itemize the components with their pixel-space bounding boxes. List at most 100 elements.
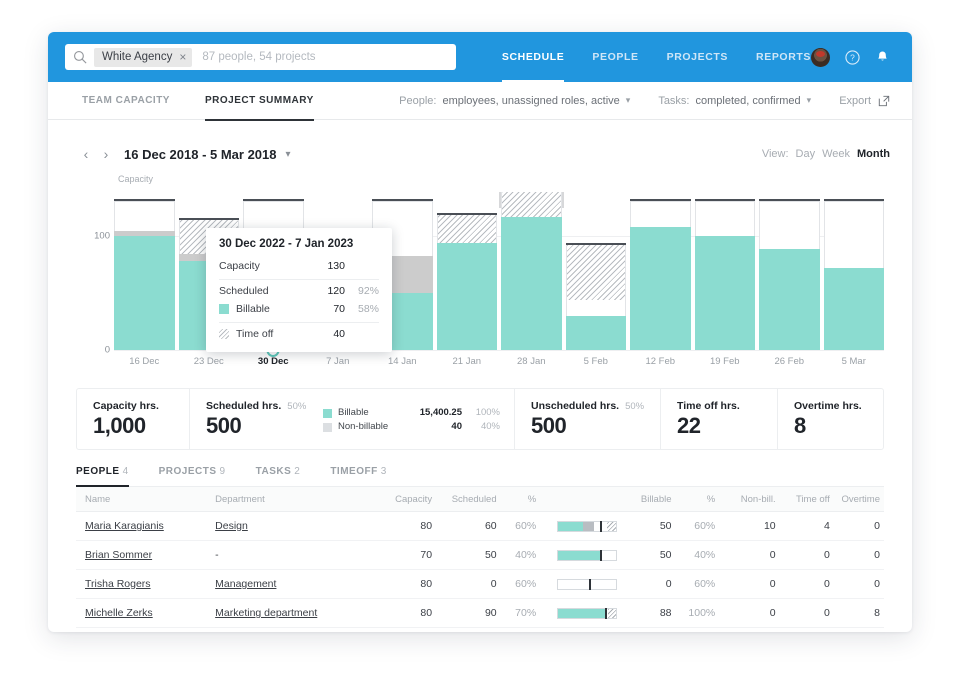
minibar-billable [558, 522, 582, 531]
col-nonbill[interactable]: Non-bill. [715, 487, 775, 512]
tab-label-tasks: TASKS [256, 466, 292, 477]
person-link[interactable]: Michelle Zerks [85, 607, 153, 619]
col-name[interactable]: Name [76, 487, 206, 512]
view-option-month[interactable]: Month [857, 148, 890, 160]
person-link[interactable]: Maria Karagianis [85, 520, 164, 532]
people-filter-value: employees, unassigned roles, active [442, 95, 619, 107]
nav-label-schedule: SCHEDULE [502, 51, 565, 63]
tooltip-title: 30 Dec 2022 - 7 Jan 2023 [219, 238, 379, 250]
tab-people[interactable]: PEOPLE4 [76, 466, 129, 486]
chevron-down-icon[interactable]: ▾ [626, 95, 631, 106]
department-link[interactable]: Management [215, 578, 276, 590]
cell-nonbill: 0 [715, 599, 775, 628]
view-option-day[interactable]: Day [796, 148, 816, 160]
card-header: Capacity hrs. [93, 400, 189, 412]
view-option-week[interactable]: Week [822, 148, 850, 160]
col-billable-pct[interactable]: % [672, 487, 716, 512]
cell-billable: 50 [617, 541, 671, 570]
export-button[interactable]: Export [839, 95, 890, 107]
view-label: View: [762, 148, 789, 160]
col-bar [536, 487, 617, 512]
tab-timeoff[interactable]: TIMEOFF3 [330, 466, 386, 486]
table-row[interactable]: Brian Sommer-705040%5040%000 [76, 541, 884, 570]
card-title-unscheduled: Unscheduled hrs. [531, 400, 619, 412]
tab-count-timeoff: 3 [381, 466, 387, 477]
chart-bar-5-mar[interactable] [824, 190, 885, 350]
cell-utilization-bar [536, 599, 617, 628]
cell-scheduled: 50 [432, 541, 497, 570]
cell-utilization-bar [536, 512, 617, 541]
chip-close-icon[interactable]: × [179, 51, 186, 63]
cell-overtime: 0 [830, 512, 884, 541]
person-link[interactable]: Trisha Rogers [85, 578, 151, 590]
cell-nonbill: 0 [715, 570, 775, 599]
chart-bar-26-feb[interactable] [759, 190, 820, 350]
people-filter[interactable]: People: employees, unassigned roles, act… [399, 95, 630, 107]
bar-capacity-line [759, 199, 820, 201]
department-link[interactable]: Marketing department [215, 607, 317, 619]
nav-item-projects[interactable]: PROJECTS [667, 32, 728, 82]
main-nav: SCHEDULE PEOPLE PROJECTS REPORTS [502, 32, 811, 82]
card-value-capacity: 1,000 [93, 413, 189, 439]
external-link-icon [878, 95, 890, 107]
col-overtime[interactable]: Overtime [830, 487, 884, 512]
search-input[interactable] [202, 51, 448, 63]
card-sub-scheduled: 50% [287, 401, 306, 412]
table-row[interactable]: Michelle ZerksMarketing department809070… [76, 599, 884, 628]
chart-x-axis: 16 Dec23 Dec30 Dec7 Jan14 Jan21 Jan28 Ja… [114, 356, 884, 367]
tab-label-projects: PROJECTS [159, 466, 217, 477]
col-capacity[interactable]: Capacity [368, 487, 433, 512]
cell-overtime: 0 [830, 570, 884, 599]
nav-item-schedule[interactable]: SCHEDULE [502, 32, 565, 82]
subtab-project-summary[interactable]: PROJECT SUMMARY [205, 82, 314, 120]
col-scheduled[interactable]: Scheduled [432, 487, 497, 512]
user-avatar[interactable] [811, 48, 830, 67]
tab-tasks[interactable]: TASKS2 [256, 466, 301, 486]
card-overtime-hrs: Overtime hrs. 8 [778, 389, 883, 449]
subtab-label-project-summary: PROJECT SUMMARY [205, 95, 314, 106]
cell-scheduled: 0 [432, 570, 497, 599]
col-pct[interactable]: % [497, 487, 537, 512]
cell-capacity: 80 [368, 599, 433, 628]
nav-item-people[interactable]: PEOPLE [592, 32, 638, 82]
col-timeoff[interactable]: Time off [776, 487, 830, 512]
x-axis-label-16-dec: 16 Dec [114, 356, 175, 367]
chart-y-axis: 100 0 [76, 190, 110, 350]
cell-overtime: 0 [830, 541, 884, 570]
col-billable[interactable]: Billable [617, 487, 671, 512]
card-value-timeoff: 22 [677, 413, 777, 439]
chart-bar-5-feb[interactable] [566, 190, 627, 350]
chart-bar-28-jan[interactable] [501, 190, 562, 350]
chart-bar-19-feb[interactable] [695, 190, 756, 350]
tooltip-pct-billable: 58% [345, 303, 379, 315]
x-axis-label-7-jan: 7 Jan [308, 356, 369, 367]
person-link[interactable]: Brian Sommer [85, 549, 152, 561]
bar-timeoff-segment [437, 215, 498, 242]
cell-pct: 40% [497, 541, 537, 570]
table-row[interactable]: Trisha RogersManagement80060%060%000 [76, 570, 884, 599]
help-icon[interactable]: ? [845, 50, 860, 65]
cell-timeoff: 0 [776, 541, 830, 570]
chevron-down-icon[interactable]: ▾ [807, 95, 812, 106]
bell-icon[interactable] [875, 50, 890, 65]
search-box[interactable]: White Agency × [65, 44, 456, 70]
x-axis-label-12-feb: 12 Feb [630, 356, 691, 367]
card-title-scheduled: Scheduled hrs. [206, 400, 281, 412]
table-row[interactable]: Maria KaragianisDesign806060%5060%1040 [76, 512, 884, 541]
search-filter-chip[interactable]: White Agency × [94, 48, 192, 67]
chart-bar-21-jan[interactable] [437, 190, 498, 350]
utilization-minibar [557, 608, 617, 619]
department-link[interactable]: Design [215, 520, 248, 532]
nav-item-reports[interactable]: REPORTS [756, 32, 811, 82]
date-range-chevron-down-icon[interactable]: ▾ [286, 149, 291, 160]
chart-bar-12-feb[interactable] [630, 190, 691, 350]
tab-projects[interactable]: PROJECTS9 [159, 466, 226, 486]
x-axis-label-5-mar: 5 Mar [824, 356, 885, 367]
sub-tab-bar: TEAM CAPACITY PROJECT SUMMARY People: em… [48, 82, 912, 120]
subtab-team-capacity[interactable]: TEAM CAPACITY [82, 82, 170, 120]
col-department[interactable]: Department [206, 487, 367, 512]
prev-period-button[interactable]: ‹ [76, 144, 96, 164]
tasks-filter[interactable]: Tasks: completed, confirmed ▾ [658, 95, 811, 107]
chart-bar-16-dec[interactable] [114, 190, 175, 350]
next-period-button[interactable]: › [96, 144, 116, 164]
